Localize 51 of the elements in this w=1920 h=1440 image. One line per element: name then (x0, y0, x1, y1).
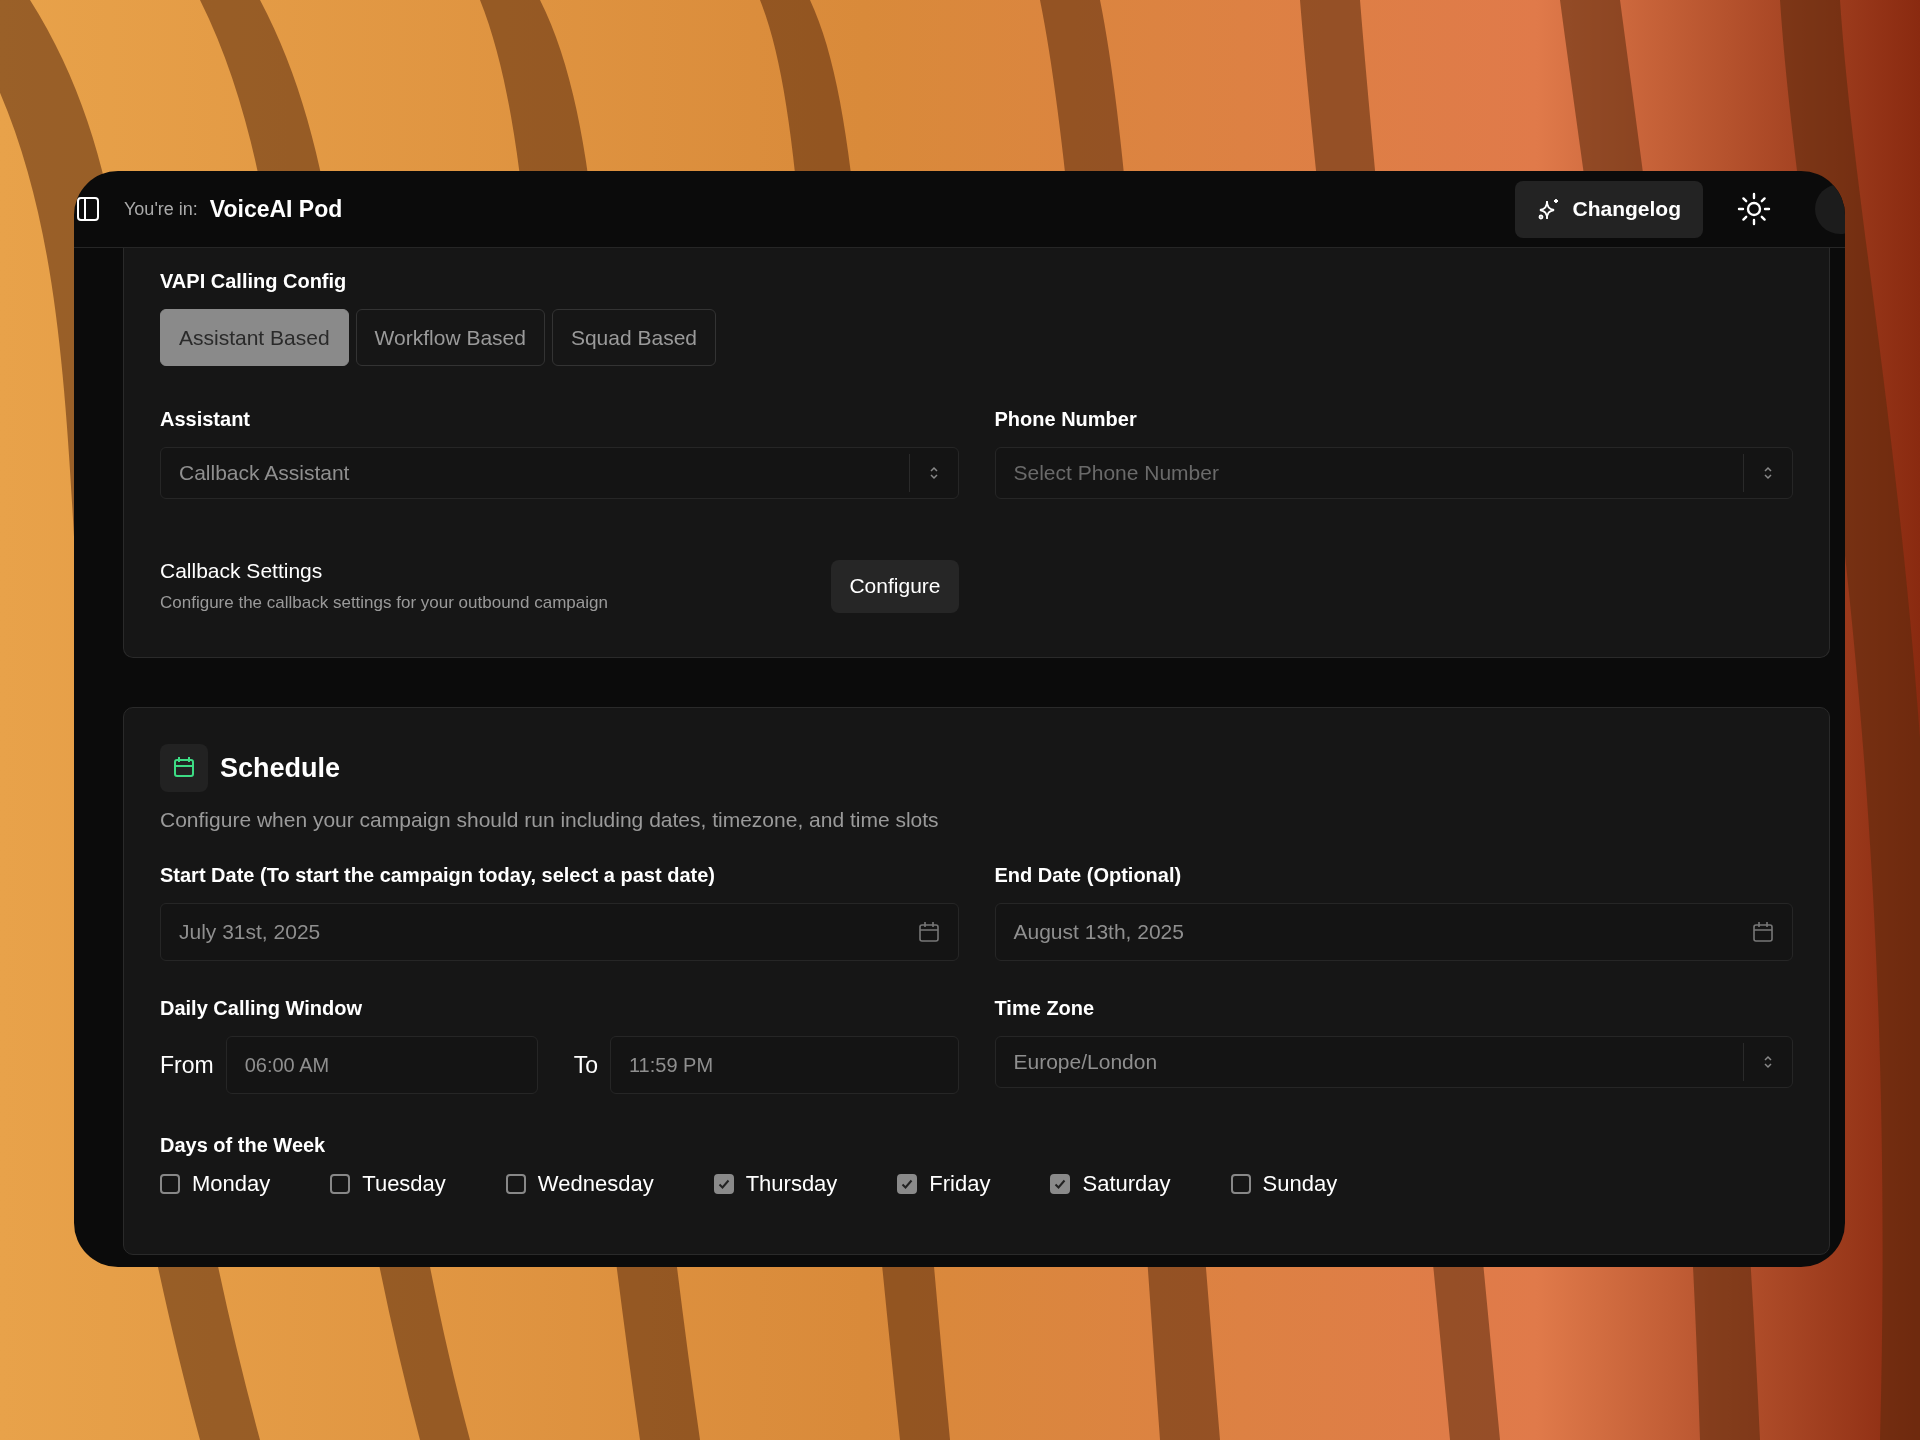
workspace-prefix: You're in: (124, 198, 198, 220)
sun-icon[interactable] (1737, 192, 1771, 226)
field-label: Start Date (To start the campaign today, select a past date) (160, 864, 716, 887)
calendar-icon (917, 921, 940, 943)
settings-description: Configure the callback settings for your outbound campaign (160, 593, 608, 613)
settings-title: Callback Settings (160, 559, 324, 583)
select-field[interactable]: Callback Assistant (160, 447, 959, 499)
day-label: Tuesday (362, 1171, 446, 1197)
checkbox[interactable] (1050, 1174, 1071, 1194)
field-label: Daily Calling Window (160, 997, 364, 1020)
day-label: Sunday (1262, 1171, 1338, 1197)
day-label: Thursday (745, 1171, 838, 1197)
chevron-icon (927, 465, 940, 481)
checkbox[interactable] (713, 1174, 734, 1194)
mode-tab[interactable]: Squad Based (551, 309, 717, 366)
select-field[interactable]: Select Phone Number (994, 447, 1793, 499)
to-label: To (573, 1051, 598, 1079)
field-label: End Date (Optional) (994, 864, 1183, 887)
sparkle-icon (1536, 197, 1561, 221)
mode-tab[interactable]: Workflow Based (355, 309, 545, 366)
date-field[interactable]: August 13th, 2025 (994, 903, 1793, 961)
checkbox[interactable] (330, 1174, 351, 1194)
time-field[interactable]: 06:00 AM (225, 1036, 538, 1094)
day-label: Wednesday (537, 1171, 654, 1197)
day-label: Saturday (1082, 1171, 1171, 1197)
workspace-name[interactable]: VoiceAI Pod (209, 195, 343, 223)
mode-tab[interactable]: Assistant Based (160, 309, 349, 366)
field-label: Assistant (160, 408, 252, 431)
checkbox[interactable] (160, 1174, 180, 1194)
from-label: From (160, 1051, 214, 1079)
checkbox[interactable] (505, 1174, 526, 1194)
chevron-icon (1762, 1054, 1774, 1070)
field-label: Phone Number (994, 408, 1138, 431)
changelog-button[interactable]: Changelog (1514, 180, 1703, 238)
checkbox[interactable] (897, 1174, 918, 1194)
checkbox[interactable] (1230, 1174, 1251, 1194)
chevron-icon (1762, 465, 1774, 481)
sidebar-icon[interactable] (76, 196, 100, 222)
calendar-icon (160, 744, 208, 792)
field-label: Time Zone (994, 997, 1096, 1020)
select-field[interactable]: Europe/London (994, 1036, 1793, 1088)
configure-button[interactable]: Configure (831, 559, 959, 613)
section-description: Configure when your campaign should run including dates, timezone, and time slots (160, 808, 940, 832)
section-title: Schedule (220, 752, 341, 784)
section-title: VAPI Calling Config (160, 270, 348, 293)
field-label: Days of the Week (160, 1134, 327, 1157)
time-field[interactable]: 11:59 PM (609, 1036, 959, 1094)
calendar-icon (1752, 921, 1774, 943)
day-label: Friday (929, 1171, 991, 1197)
date-field[interactable]: July 31st, 2025 (160, 903, 959, 961)
day-label: Monday (192, 1171, 271, 1197)
